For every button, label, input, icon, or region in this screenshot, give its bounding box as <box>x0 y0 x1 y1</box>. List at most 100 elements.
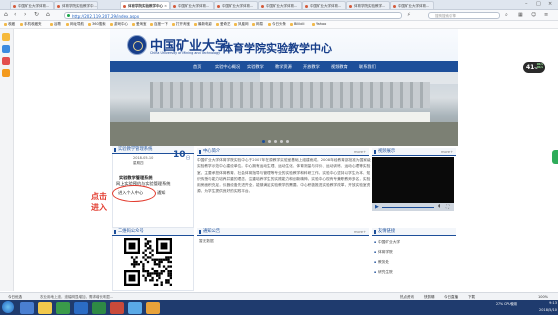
bookmark-item[interactable]: 游戏中心 <box>110 21 128 28</box>
more-link[interactable]: more+ <box>354 228 366 236</box>
bookmark-item[interactable]: 爱奇艺 <box>216 21 231 28</box>
tab-bar: 中国矿业大学体育... 体育学院实验教学中... 体育学院实验教学中心 × 中国矿… <box>0 0 558 10</box>
intro-text: 中国矿业大学体育学院实验中心于2007年在原教学实验室基础上组建而成，2008年… <box>197 158 371 194</box>
home-icon[interactable]: ⌂ <box>4 11 8 19</box>
bookmark-item[interactable]: 手机收藏夹 <box>20 21 42 28</box>
progress-bar[interactable] <box>382 206 434 208</box>
site-title: 体育学院实验教学中心 <box>222 42 332 55</box>
forward-icon[interactable]: › <box>24 11 26 19</box>
menu-icon[interactable]: ≡ <box>544 11 548 19</box>
date-text: 2018-05-10 <box>133 156 154 160</box>
browser-tab[interactable]: 中国矿业大学体育... <box>10 1 54 9</box>
cloud-icon[interactable] <box>2 45 10 53</box>
taskbar-app-icon[interactable] <box>110 301 124 314</box>
nav-item-overview[interactable]: 实验中心概况 <box>215 61 240 72</box>
taskbar-ie-icon[interactable] <box>20 301 34 314</box>
close-window-icon[interactable]: × <box>548 1 552 7</box>
search-input[interactable]: 搜狗搜索引擎 <box>428 11 500 19</box>
slide-dot[interactable] <box>280 140 283 143</box>
intro-panel-title: 中心简介 more+ <box>197 148 369 156</box>
bookmark-item[interactable]: 谷歌 <box>50 21 61 28</box>
play-icon[interactable]: ▶ <box>375 204 379 210</box>
notice-link[interactable]: 通知 <box>157 190 165 196</box>
bookmark-item[interactable]: 网址导航 <box>66 21 84 28</box>
slide-dot[interactable] <box>286 140 289 143</box>
taskbar-qq-icon[interactable] <box>128 301 142 314</box>
highlight-circle <box>112 185 156 202</box>
friend-link[interactable]: 研究生院 <box>374 270 393 275</box>
taskbar-browser-icon[interactable] <box>56 301 70 314</box>
history-icon[interactable] <box>2 69 10 77</box>
slide-dot[interactable] <box>268 140 271 143</box>
browser-tab[interactable]: 中国矿业大学体育... <box>214 1 258 9</box>
favorites-icon[interactable] <box>2 33 10 41</box>
browser-toolbar: ⌂ ‹ › ↻ ⌂ http://202.119.207.29/index.as… <box>0 10 558 21</box>
taskbar-word-icon[interactable] <box>74 301 88 314</box>
speed-widget[interactable]: 41% 0K/s 0K/s <box>523 62 545 73</box>
taskbar-app-icon[interactable] <box>146 301 160 314</box>
links-panel-title: 友情链接 <box>372 228 456 236</box>
day-number: 10 <box>173 150 186 160</box>
friend-link[interactable]: 体育学院 <box>374 250 393 255</box>
minimize-icon[interactable]: – <box>525 1 528 7</box>
weekday-text: 星期四 <box>133 161 144 165</box>
video-controls[interactable]: ▶ ◖ ⛶ <box>372 203 454 211</box>
browser-tab[interactable]: 中国矿业大学体育... <box>170 1 214 9</box>
slide-dot[interactable] <box>262 140 265 143</box>
bookmark-item[interactable]: Bilibili <box>290 21 304 28</box>
browser-tab[interactable]: 体育学院实验教学... <box>346 1 390 9</box>
search-icon[interactable]: ⌕ <box>505 11 508 19</box>
browser-tab[interactable]: 中国矿业大学体育... <box>302 1 346 9</box>
bookmark-item[interactable]: 最新电影 <box>194 21 212 28</box>
bookmark-item[interactable]: 网易 <box>252 21 263 28</box>
browser-tab[interactable]: 中国矿业大学体育... <box>390 1 434 9</box>
volume-icon[interactable]: ◖ <box>438 204 440 209</box>
bookmark-item[interactable]: 凤凰网 <box>234 21 249 28</box>
bookmark-item[interactable]: 打开淘宝 <box>172 21 190 28</box>
start-button[interactable] <box>2 301 14 313</box>
taskbar-wechat-icon[interactable] <box>92 301 106 314</box>
nav-item-contact[interactable]: 联系我们 <box>359 61 376 72</box>
fullscreen-icon[interactable]: ⛶ <box>446 204 449 210</box>
friend-link[interactable]: 教务处 <box>374 260 389 265</box>
bookmark-item[interactable]: 百度一下 <box>150 21 168 28</box>
nav-item-teaching[interactable]: 实验教学 <box>247 61 264 72</box>
browser-tab[interactable]: 中国矿业大学体育... <box>258 1 302 9</box>
cpu-usage: 27% CPU使用 <box>496 302 517 306</box>
address-bar[interactable]: http://202.119.207.29/index.aspx <box>64 11 402 19</box>
app-icon[interactable] <box>2 57 10 65</box>
bookmarks-bar: 收藏 手机收藏夹 谷歌 网址导航 360搜索 游戏中心 爱淘宝 百度一下 打开淘… <box>0 21 558 29</box>
extensions-icon[interactable]: ▦ <box>518 11 523 19</box>
user-icon[interactable]: ☺ <box>531 11 536 19</box>
school-name-en: China University of Mining and Technolog… <box>150 51 221 55</box>
click-enter-annotation: 点击 进入 <box>91 192 107 212</box>
bookmark-item[interactable]: 今日头条 <box>268 21 286 28</box>
browser-tab[interactable]: 体育学院实验教学中... <box>54 1 98 9</box>
side-float-tab[interactable] <box>552 150 558 164</box>
bookmark-item[interactable]: 爱淘宝 <box>132 21 147 28</box>
taskbar-folder-icon[interactable] <box>38 301 52 314</box>
nav-item-home[interactable]: 首页 <box>193 61 201 72</box>
bookmark-item[interactable]: 收藏 <box>4 21 15 28</box>
refresh-icon[interactable]: ↻ <box>34 11 39 19</box>
nav-item-video[interactable]: 视频教育 <box>331 61 348 72</box>
back-icon[interactable]: ‹ <box>14 11 16 19</box>
browser-tab-active[interactable]: 体育学院实验教学中心 × <box>120 1 170 9</box>
lightning-icon[interactable]: ⚡ <box>407 11 411 19</box>
friend-link[interactable]: 中国矿业大学 <box>374 240 400 245</box>
clock[interactable]: 9:13 2018/5/10 <box>531 300 557 314</box>
notice-panel-title: 通知公告 more+ <box>197 228 369 236</box>
qr-code <box>124 238 172 286</box>
slide-dot[interactable] <box>274 140 277 143</box>
close-tab-icon[interactable]: × <box>164 2 167 9</box>
maximize-icon[interactable]: □ <box>536 1 541 7</box>
bookmark-item[interactable]: Yahoo <box>312 21 326 28</box>
video-player[interactable]: ▶ ◖ ⛶ <box>372 157 454 211</box>
nav-item-open[interactable]: 开放教学 <box>303 61 320 72</box>
more-link[interactable]: more+ <box>441 148 453 156</box>
bookmark-item[interactable]: 360搜索 <box>88 21 106 28</box>
video-panel-title: 视频展示 more+ <box>372 148 456 156</box>
more-link[interactable]: more+ <box>354 148 366 156</box>
nav-item-resources[interactable]: 教学资源 <box>275 61 292 72</box>
home-page-icon[interactable]: ⌂ <box>46 11 50 19</box>
